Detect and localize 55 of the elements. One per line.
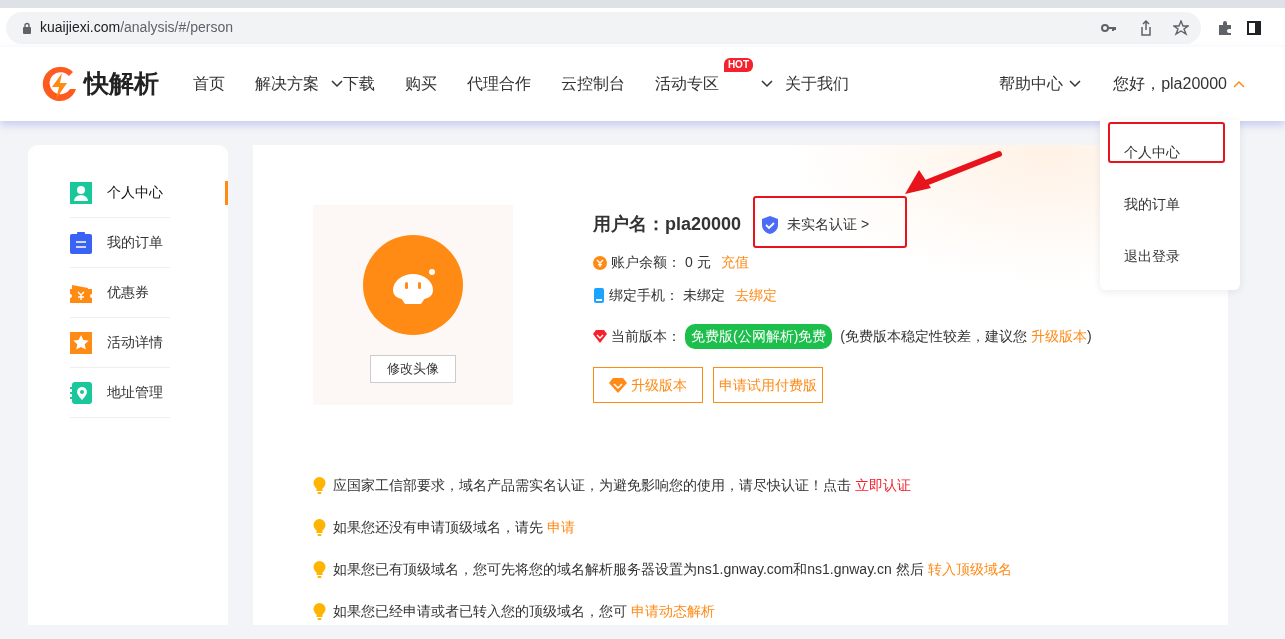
field-label: 绑定手机： xyxy=(609,286,679,305)
nav-link[interactable]: 云控制台 xyxy=(561,72,625,96)
verify-link[interactable]: 未实名认证 > xyxy=(761,214,870,235)
puzzle-icon[interactable] xyxy=(1217,19,1233,36)
version-note: (免费版本稳定性较差，建议您 升级版本) xyxy=(840,327,1092,346)
change-avatar-button[interactable]: 修改头像 xyxy=(370,355,456,383)
tip-text: 如果您还没有申请顶级域名，请先 申请 xyxy=(333,517,575,537)
menu-item[interactable]: 个人中心 xyxy=(1100,126,1240,178)
sidebar-item[interactable]: 优惠券 xyxy=(70,268,170,318)
lightbulb-icon xyxy=(313,476,326,494)
key-icon[interactable] xyxy=(1101,22,1117,33)
clipboard-icon xyxy=(70,231,92,254)
lightbulb-icon xyxy=(313,560,326,578)
tip-link[interactable]: 立即认证 xyxy=(854,476,911,493)
help-menu-button[interactable]: 帮助中心 xyxy=(999,72,1064,96)
robot-avatar-icon xyxy=(363,235,463,335)
nav-link[interactable]: 解决方案 xyxy=(255,72,319,96)
yen-coin-icon xyxy=(593,255,607,270)
sidebar-item[interactable]: 活动详情 xyxy=(70,318,170,368)
logo-text: 快解析 xyxy=(84,68,159,100)
url-text: kuaijiexi.com/analysis/#/person xyxy=(40,18,233,37)
user-menu-button[interactable]: 您好，pla20000 xyxy=(1113,72,1227,96)
menu-item[interactable]: 退出登录 xyxy=(1100,230,1240,282)
tip-text: 如果您已经申请或者已转入您的顶级域名，您可 申请动态解析 xyxy=(333,601,715,621)
tip-text: 应国家工信部要求，域名产品需实名认证，为避免影响您的使用，请尽快认证！点击 立即认证 xyxy=(333,475,911,495)
sidebar-icon[interactable] xyxy=(1247,20,1261,35)
field-value: 0 元 xyxy=(685,253,711,272)
sidebar-item[interactable]: 个人中心 xyxy=(70,168,170,218)
lock-icon xyxy=(22,21,32,34)
lightbulb-icon xyxy=(313,602,326,620)
hot-badge: HOT xyxy=(723,58,753,72)
sidebar-item[interactable]: 我的订单 xyxy=(70,218,170,268)
nav-link[interactable]: 下载 xyxy=(343,72,375,96)
nav-link[interactable]: 关于我们 xyxy=(785,72,849,96)
menu-item[interactable]: 我的订单 xyxy=(1100,178,1240,230)
field-value: 未绑定 xyxy=(683,286,725,305)
lightbulb-icon xyxy=(313,518,326,536)
star-icon[interactable] xyxy=(1173,19,1189,36)
field-label: 账户余额： xyxy=(611,253,681,272)
gem-icon xyxy=(609,377,627,393)
field-label: 当前版本： xyxy=(611,327,681,346)
nav-link[interactable]: 代理合作 xyxy=(467,72,531,96)
sidebar-item[interactable]: 地址管理 xyxy=(70,368,170,418)
nav-link[interactable]: 首页 xyxy=(193,72,225,96)
gem-icon xyxy=(593,330,607,343)
tip-text: 如果您已有顶级域名，您可先将您的域名解析服务器设置为ns1.gnway.com和ns1.gnway.cn 然后 转入顶级域名 xyxy=(333,559,1012,579)
phone-icon xyxy=(593,288,605,303)
version-badge: 免费版(公网解析)免费 xyxy=(685,324,833,349)
person-icon xyxy=(70,181,92,204)
shield-icon xyxy=(761,214,780,235)
username: 用户名：pla20000 xyxy=(593,213,742,236)
address-bar[interactable]: kuaijiexi.com/analysis/#/person xyxy=(6,11,1201,44)
nav-link[interactable]: 购买 xyxy=(405,72,437,96)
share-icon[interactable] xyxy=(1139,19,1153,36)
location-icon xyxy=(70,381,92,404)
